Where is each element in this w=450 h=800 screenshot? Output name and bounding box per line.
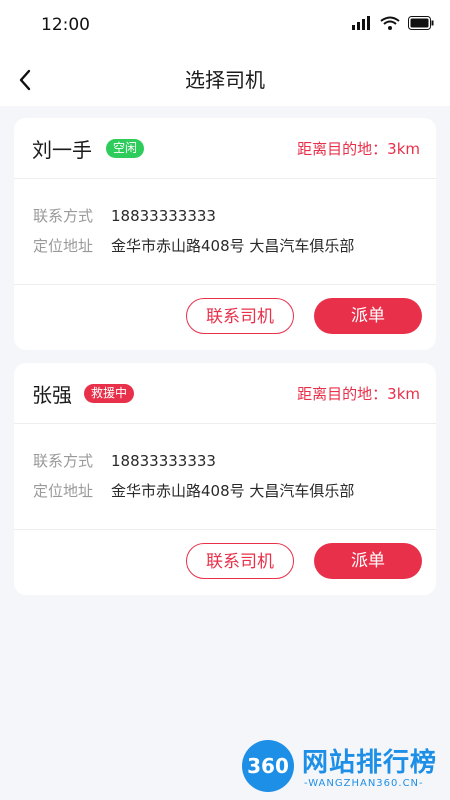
dispatch-button[interactable]: 派单: [314, 543, 422, 579]
contact-driver-button[interactable]: 联系司机: [186, 543, 294, 579]
signal-icon: [352, 16, 370, 30]
watermark-sub: -WANGZHAN360.CN-: [304, 778, 424, 789]
address-row: 定位地址 金华市赤山路408号 大昌汽车俱乐部: [33, 480, 354, 501]
card-header: 张强 救援中 距离目的地：3km: [14, 363, 436, 424]
status-badge: 救援中: [84, 384, 135, 403]
dispatch-button[interactable]: 派单: [314, 298, 422, 334]
contact-label: 联系方式: [33, 207, 94, 225]
contact-row: 联系方式 18833333333: [33, 205, 216, 226]
watermark: 360 网站排行榜 -WANGZHAN360.CN-: [236, 738, 448, 796]
battery-icon: [408, 16, 434, 30]
phone-number: 18833333333: [111, 452, 216, 470]
driver-name: 张强: [32, 383, 72, 407]
status-time: 12:00: [41, 15, 90, 35]
address-label: 定位地址: [33, 482, 94, 500]
driver-name: 刘一手: [32, 138, 92, 162]
wifi-icon: [380, 16, 400, 30]
address-label: 定位地址: [33, 237, 94, 255]
driver-card: 张强 救援中 距离目的地：3km 联系方式 18833333333 定位地址 金华市…: [14, 363, 436, 595]
distance-text: 距离目的地：3km: [297, 140, 420, 158]
page-title: 选择司机: [185, 68, 265, 92]
watermark-logo: 360: [242, 740, 294, 792]
address-row: 定位地址 金华市赤山路408号 大昌汽车俱乐部: [33, 235, 354, 256]
status-badge: 空闲: [106, 139, 145, 158]
contact-driver-button[interactable]: 联系司机: [186, 298, 294, 334]
status-icons: [352, 16, 434, 30]
driver-card: 刘一手 空闲 距离目的地：3km 联系方式 18833333333 定位地址 金华市…: [14, 118, 436, 350]
contact-row: 联系方式 18833333333: [33, 450, 216, 471]
distance-text: 距离目的地：3km: [297, 385, 420, 403]
contact-label: 联系方式: [33, 452, 94, 470]
phone-number: 18833333333: [111, 207, 216, 225]
divider: [14, 284, 436, 285]
watermark-title: 网站排行榜: [302, 748, 438, 778]
header: 12:00 选择司机: [0, 0, 450, 106]
card-header: 刘一手 空闲 距离目的地：3km: [14, 118, 436, 179]
address-value: 金华市赤山路408号 大昌汽车俱乐部: [111, 482, 355, 500]
divider: [14, 529, 436, 530]
address-value: 金华市赤山路408号 大昌汽车俱乐部: [111, 237, 355, 255]
